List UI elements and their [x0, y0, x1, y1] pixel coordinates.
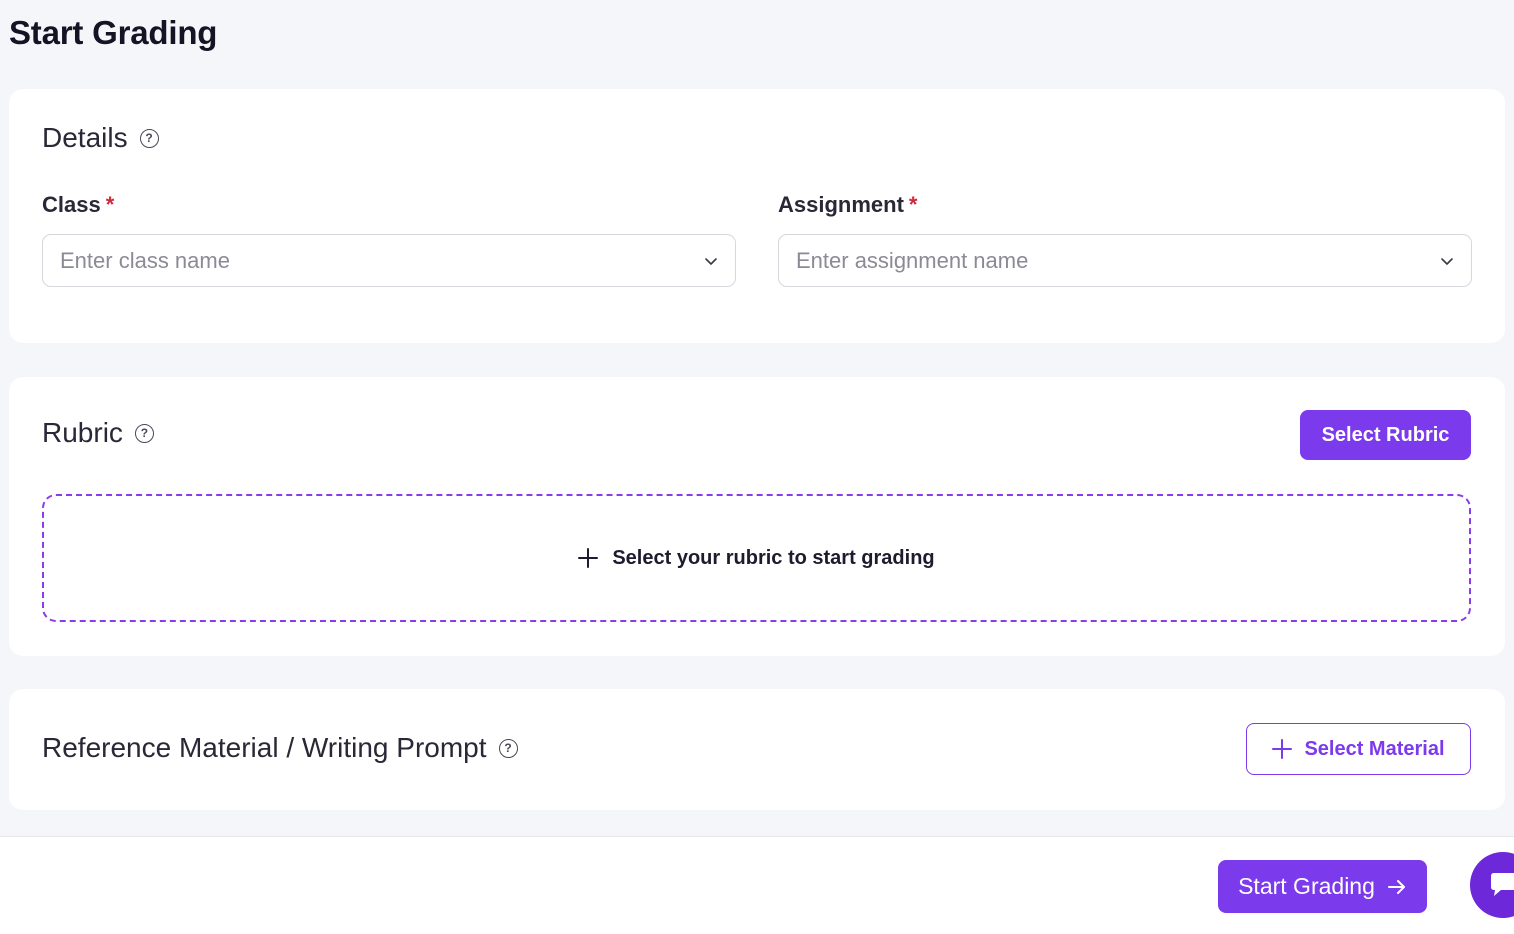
plus-icon: [578, 548, 599, 568]
assignment-select[interactable]: Enter assignment name: [778, 234, 1472, 287]
start-grading-label: Start Grading: [1238, 873, 1375, 899]
chevron-down-icon: [705, 257, 717, 265]
material-title: Reference Material / Writing Prompt: [42, 732, 487, 763]
rubric-heading: Rubric ?: [42, 417, 154, 449]
dropzone-text: Select your rubric to start grading: [612, 546, 935, 569]
assignment-select-placeholder: Enter assignment name: [796, 247, 1029, 273]
class-select-placeholder: Enter class name: [60, 247, 230, 273]
rubric-dropzone[interactable]: Select your rubric to start grading: [42, 494, 1471, 622]
page-title: Start Grading: [9, 14, 218, 51]
class-label: Class *: [42, 192, 114, 218]
chat-icon: [1491, 873, 1514, 896]
select-material-button[interactable]: Select Material: [1246, 723, 1471, 775]
start-grading-button[interactable]: Start Grading: [1218, 860, 1427, 913]
help-icon[interactable]: ?: [134, 423, 154, 443]
select-material-label: Select Material: [1304, 737, 1445, 760]
required-asterisk: *: [908, 192, 918, 217]
required-asterisk: *: [105, 192, 115, 217]
class-select[interactable]: Enter class name: [42, 234, 736, 287]
rubric-title: Rubric: [42, 417, 123, 448]
details-heading: Details ?: [42, 122, 159, 154]
chevron-down-icon: [1441, 257, 1453, 265]
details-title: Details: [42, 122, 128, 153]
plus-icon: [1272, 739, 1293, 759]
help-icon[interactable]: ?: [139, 128, 159, 148]
material-heading: Reference Material / Writing Prompt ?: [42, 732, 518, 764]
select-rubric-button[interactable]: Select Rubric: [1300, 410, 1471, 460]
arrow-right-icon: [1387, 879, 1405, 894]
assignment-label: Assignment *: [778, 192, 917, 218]
rubric-card: Rubric ? Select Rubric Select your rubri…: [9, 377, 1505, 656]
assignment-label-text: Assignment: [778, 192, 904, 217]
class-label-text: Class: [42, 192, 101, 217]
reference-material-card: Reference Material / Writing Prompt ? Se…: [9, 689, 1505, 810]
details-card: Details ? Class * Enter class name Assign…: [9, 89, 1505, 343]
help-icon[interactable]: ?: [498, 738, 518, 758]
